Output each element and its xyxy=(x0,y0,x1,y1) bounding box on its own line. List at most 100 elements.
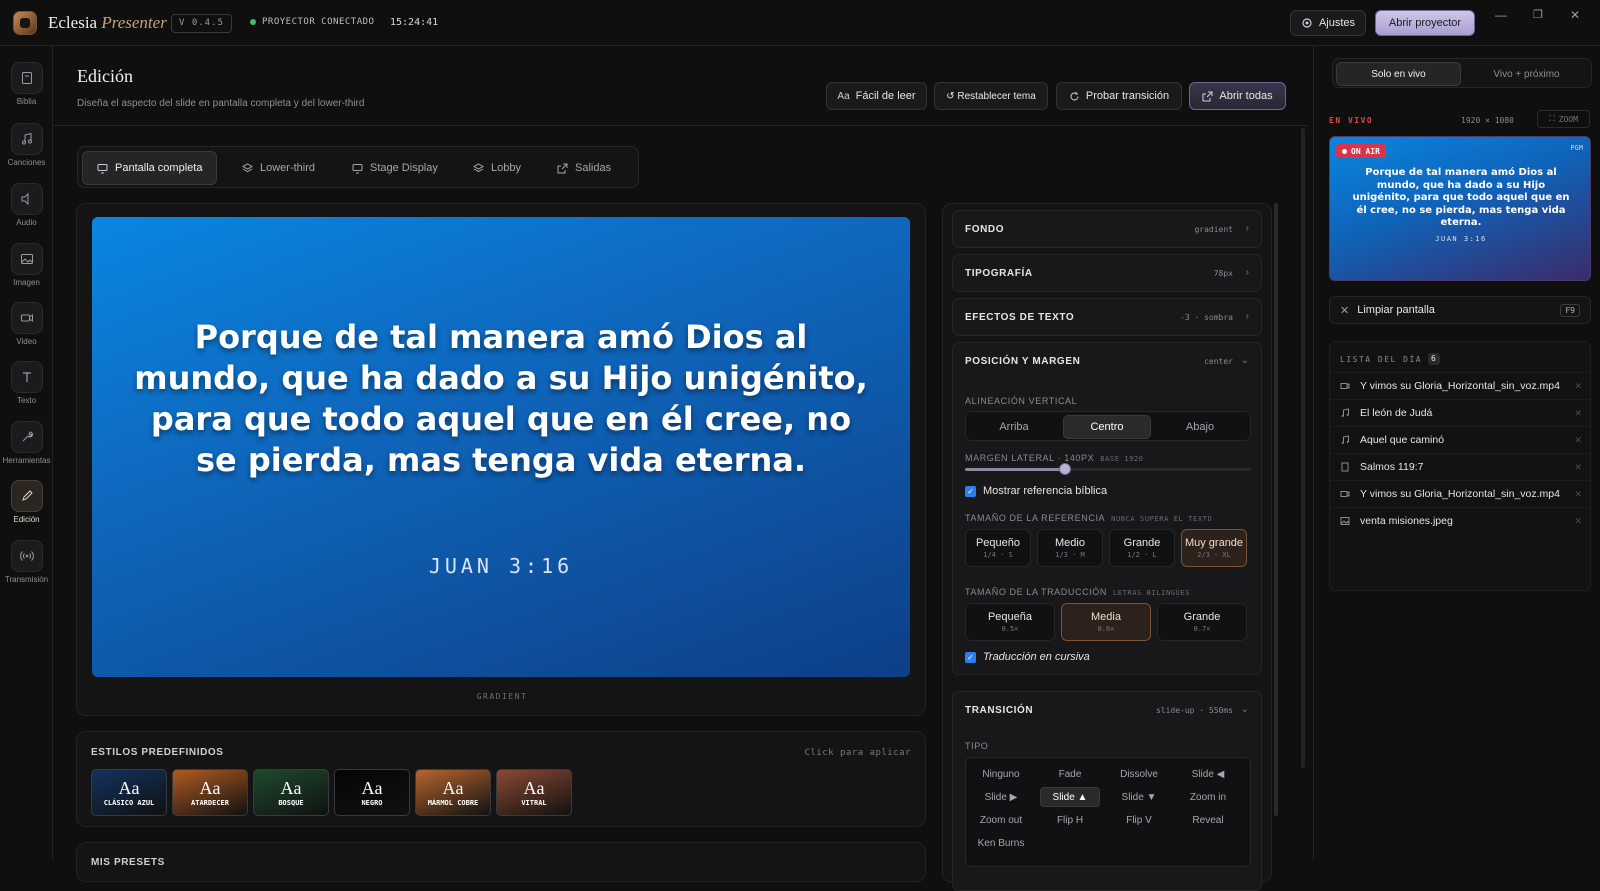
section-title[interactable]: POSICIÓN Y MARGEN xyxy=(965,356,1080,367)
playlist-item[interactable]: Y vimos su Gloria_Horizontal_sin_voz.mp4… xyxy=(1330,372,1592,399)
vertical-align-abajo[interactable]: Abajo xyxy=(1156,415,1244,439)
preset-marmol-cobre[interactable]: Aa MÁRMOL COBRE xyxy=(415,769,491,816)
tab-salidas[interactable]: Salidas xyxy=(543,151,625,185)
rail-item-canciones[interactable]: Canciones xyxy=(0,123,53,179)
tab-solo-en-vivo[interactable]: Solo en vivo xyxy=(1336,62,1461,86)
section-tipografia[interactable]: TIPOGRAFÍA 78px › xyxy=(952,254,1262,292)
playlist-item-label: Y vimos su Gloria_Horizontal_sin_voz.mp4 xyxy=(1360,488,1560,500)
trans-size-grande[interactable]: Grande 0.7× xyxy=(1157,603,1247,641)
ref-size-grande[interactable]: Grande 1/2 · L xyxy=(1109,529,1175,567)
rail-item-audio[interactable]: Audio xyxy=(0,183,53,239)
tab-vivo-proximo[interactable]: Vivo + próximo xyxy=(1464,62,1589,86)
chevron-down-icon[interactable]: ⌄ xyxy=(1241,704,1249,715)
vertical-align-control: Arriba Centro Abajo xyxy=(965,411,1251,441)
playlist-item[interactable]: Aquel que caminó ✕ xyxy=(1330,426,1592,453)
close-icon[interactable]: ✕ xyxy=(1570,8,1580,22)
playlist-item[interactable]: venta misiones.jpeg ✕ xyxy=(1330,507,1592,534)
remove-icon[interactable]: ✕ xyxy=(1574,462,1582,473)
reset-theme-button[interactable]: ↺ Restablecer tema xyxy=(934,82,1048,110)
size-name: Medio xyxy=(1055,537,1085,549)
chevron-down-icon[interactable]: ⌄ xyxy=(1241,355,1249,366)
ref-size-medio[interactable]: Medio 1/3 · M xyxy=(1037,529,1103,567)
tab-lobby[interactable]: Lobby xyxy=(459,151,535,185)
tab-pantalla-completa[interactable]: Pantalla completa xyxy=(82,151,218,185)
rail-item-transmision[interactable]: Transmisión xyxy=(0,540,53,596)
section-fondo[interactable]: FONDO gradient › xyxy=(952,210,1262,248)
tab-lower-third[interactable]: Lower-third xyxy=(228,151,329,185)
transition-ken-burns[interactable]: Ken Burns xyxy=(971,833,1031,853)
easy-read-button[interactable]: Aa Fácil de leer xyxy=(826,82,927,110)
transition-slide-left[interactable]: Slide ◀ xyxy=(1178,764,1238,784)
tab-stage-display[interactable]: Stage Display xyxy=(338,151,452,185)
transition-dissolve[interactable]: Dissolve xyxy=(1109,764,1169,784)
playlist-item[interactable]: Salmos 119:7 ✕ xyxy=(1330,453,1592,480)
margin-slider[interactable] xyxy=(965,463,1251,475)
broadcast-icon xyxy=(10,540,43,572)
size-name: Grande xyxy=(1123,537,1161,549)
minimize-icon[interactable]: — xyxy=(1495,8,1507,22)
transition-ninguno[interactable]: Ninguno xyxy=(971,764,1031,784)
background-type-caption: GRADIENT xyxy=(476,692,528,701)
easy-read-label: Fácil de leer xyxy=(855,90,916,102)
music-note-icon xyxy=(10,123,43,155)
remove-icon[interactable]: ✕ xyxy=(1574,381,1582,392)
margin-slider-handle[interactable] xyxy=(1059,463,1072,475)
italic-translation-checkbox[interactable]: ✓ Traducción en cursiva xyxy=(965,651,1090,663)
remove-icon[interactable]: ✕ xyxy=(1574,489,1582,500)
preset-vitral[interactable]: Aa VITRAL xyxy=(496,769,572,816)
test-transition-button[interactable]: Probar transición xyxy=(1056,82,1182,110)
section-title: EFECTOS DE TEXTO xyxy=(965,312,1075,323)
preset-bosque[interactable]: Aa BOSQUE xyxy=(253,769,329,816)
vertical-align-centro[interactable]: Centro xyxy=(1063,415,1151,439)
chevron-right-icon: › xyxy=(1245,267,1249,278)
playlist: LISTA DEL DÍA 6 Y vimos su Gloria_Horizon… xyxy=(1329,341,1592,591)
margin-value-label: MARGEN LATERAL · 140PX xyxy=(965,453,1095,463)
rail-label: Transmisión xyxy=(4,575,49,584)
transition-slide-right[interactable]: Slide ▶ xyxy=(971,787,1031,807)
live-verse-text: Porque de tal manera amó Dios al mundo, … xyxy=(1352,167,1570,228)
presets-hint: Click para aplicar xyxy=(804,748,911,758)
open-projector-button[interactable]: Abrir proyector xyxy=(1375,10,1475,36)
clear-screen-button[interactable]: ✕ Limpiar pantalla F9 xyxy=(1329,296,1591,324)
rail-item-biblia[interactable]: Biblia xyxy=(0,62,53,118)
remove-icon[interactable]: ✕ xyxy=(1574,435,1582,446)
ref-size-muy-grande[interactable]: Muy grande 2/3 · XL xyxy=(1181,529,1247,567)
settings-button[interactable]: Ajustes xyxy=(1290,10,1366,36)
ref-size-title: TAMAÑO DE LA REFERENCIA xyxy=(965,513,1106,523)
show-reference-checkbox[interactable]: ✓ Mostrar referencia bíblica xyxy=(965,485,1107,497)
rail-label: Canciones xyxy=(7,158,46,167)
transition-flip-v[interactable]: Flip V xyxy=(1109,810,1169,830)
restore-icon[interactable]: ❐ xyxy=(1533,8,1543,21)
transition-fade[interactable]: Fade xyxy=(1040,764,1100,784)
transition-zoom-out[interactable]: Zoom out xyxy=(971,810,1031,830)
transition-zoom-in[interactable]: Zoom in xyxy=(1178,787,1238,807)
playlist-item[interactable]: Y vimos su Gloria_Horizontal_sin_voz.mp4… xyxy=(1330,480,1592,507)
trans-size-media[interactable]: Media 0.6× xyxy=(1061,603,1151,641)
preset-atardecer[interactable]: Aa ATARDECER xyxy=(172,769,248,816)
main-scrollbar[interactable] xyxy=(1301,128,1305,768)
zoom-button[interactable]: ⛶ ZOOM xyxy=(1537,110,1590,128)
settings-scrollbar[interactable] xyxy=(1274,203,1278,816)
transition-slide-up[interactable]: Slide ▲ xyxy=(1040,787,1100,807)
section-title[interactable]: TRANSICIÓN xyxy=(965,705,1033,716)
rail-item-herramientas[interactable]: Herramientas xyxy=(0,421,53,477)
rail-item-video[interactable]: Video xyxy=(0,302,53,358)
remove-icon[interactable]: ✕ xyxy=(1574,516,1582,527)
playlist-item[interactable]: El león de Judá ✕ xyxy=(1330,399,1592,426)
remove-icon[interactable]: ✕ xyxy=(1574,408,1582,419)
open-all-button[interactable]: Abrir todas xyxy=(1189,82,1286,110)
preset-name: MÁRMOL COBRE xyxy=(427,798,479,807)
page-subtitle: Diseña el aspecto del slide en pantalla … xyxy=(77,98,365,109)
trans-size-pequena[interactable]: Pequeña 0.5× xyxy=(965,603,1055,641)
transition-flip-h[interactable]: Flip H xyxy=(1040,810,1100,830)
preset-negro[interactable]: Aa NEGRO xyxy=(334,769,410,816)
vertical-align-arriba[interactable]: Arriba xyxy=(970,415,1058,439)
rail-item-imagen[interactable]: Imagen xyxy=(0,243,53,299)
transition-reveal[interactable]: Reveal xyxy=(1178,810,1238,830)
preset-clasico-azul[interactable]: Aa CLÁSICO AZUL xyxy=(91,769,167,816)
rail-item-edicion[interactable]: Edición xyxy=(0,480,53,536)
section-efectos-texto[interactable]: EFECTOS DE TEXTO -3 · sombra › xyxy=(952,298,1262,336)
transition-slide-down[interactable]: Slide ▼ xyxy=(1109,787,1169,807)
ref-size-pequeno[interactable]: Pequeño 1/4 · S xyxy=(965,529,1031,567)
rail-item-texto[interactable]: Texto xyxy=(0,361,53,417)
